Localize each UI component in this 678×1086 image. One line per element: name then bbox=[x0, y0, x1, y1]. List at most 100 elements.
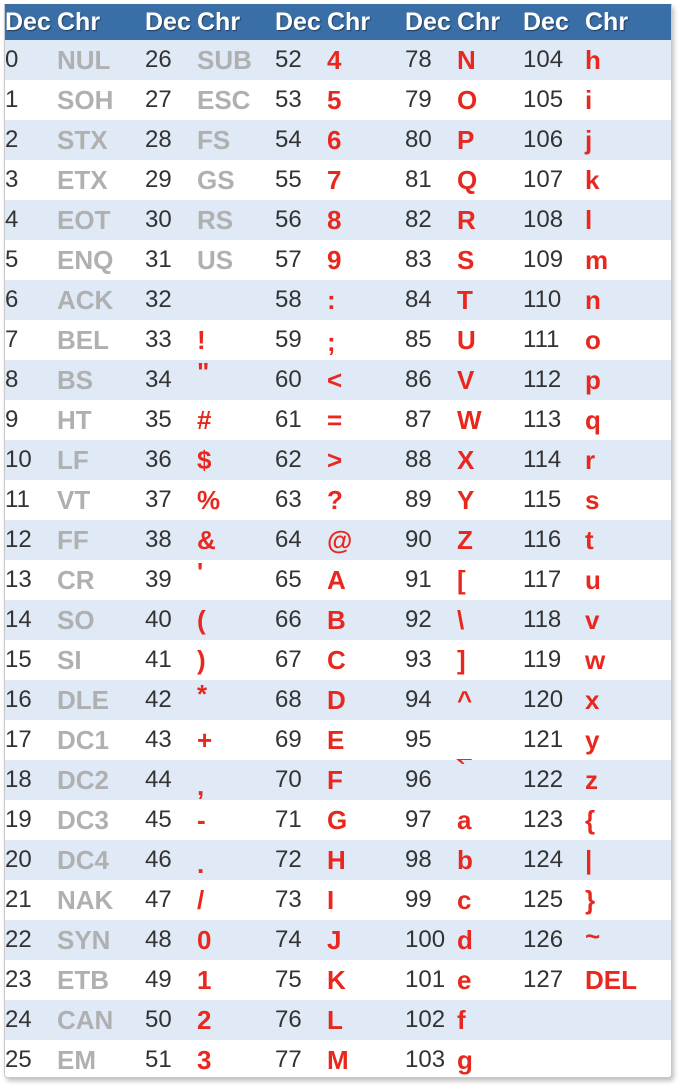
cell-chr: DEL bbox=[585, 960, 671, 1000]
printable-char-label: : bbox=[327, 284, 336, 315]
cell-dec: 87 bbox=[405, 406, 432, 433]
printable-char-label: | bbox=[585, 844, 593, 875]
printable-char-label: h bbox=[585, 44, 601, 75]
printable-char-label: / bbox=[197, 884, 205, 915]
cell-dec: 45 bbox=[145, 806, 172, 833]
control-char-label: CAN bbox=[57, 1004, 114, 1035]
cell-chr: SO bbox=[57, 600, 145, 640]
cell-dec: 117 bbox=[523, 566, 562, 593]
cell-dec: 24 bbox=[5, 1006, 32, 1033]
cell-chr: ETB bbox=[57, 960, 145, 1000]
cell-chr: % bbox=[197, 480, 275, 520]
control-char-label: HT bbox=[57, 404, 92, 435]
cell-chr: ACK bbox=[57, 280, 145, 320]
cell-dec: 63 bbox=[275, 486, 302, 513]
cell-chr: H bbox=[327, 840, 405, 880]
cell-dec: 37 bbox=[145, 486, 172, 513]
cell-dec: 89 bbox=[405, 486, 432, 513]
cell-chr: V bbox=[457, 360, 523, 400]
printable-char-label: g bbox=[457, 1044, 473, 1075]
printable-char-label: X bbox=[457, 444, 475, 475]
cell-dec: 60 bbox=[275, 366, 302, 393]
cell-dec: 123 bbox=[523, 806, 564, 833]
cell-dec: 23 bbox=[5, 966, 32, 993]
cell-dec: 30 bbox=[145, 206, 172, 233]
table-row: 21 NAK 47 / 73 I 99 c 125} bbox=[5, 880, 671, 920]
cell-dec: 47 bbox=[145, 886, 172, 913]
cell-chr: ; bbox=[327, 320, 405, 360]
cell-chr: & bbox=[197, 520, 275, 560]
cell-chr: DLE bbox=[57, 680, 145, 720]
cell-dec: 94 bbox=[405, 686, 432, 713]
cell-chr: W bbox=[457, 400, 523, 440]
cell-dec: 13 bbox=[5, 566, 32, 593]
cell-dec: 68 bbox=[275, 686, 302, 713]
cell-dec: 109 bbox=[523, 246, 564, 273]
cell-chr: i bbox=[585, 80, 671, 120]
cell-dec: 82 bbox=[405, 206, 432, 233]
control-char-label: ENQ bbox=[57, 244, 114, 275]
printable-char-label: Q bbox=[457, 164, 478, 195]
cell-dec: 72 bbox=[275, 846, 302, 873]
printable-char-label: @ bbox=[327, 524, 353, 555]
printable-char-label: " bbox=[197, 356, 210, 387]
cell-chr: y bbox=[585, 720, 671, 760]
printable-char-label: 1 bbox=[197, 964, 212, 995]
cell-chr: GS bbox=[197, 160, 275, 200]
control-char-label: RS bbox=[197, 204, 234, 235]
cell-dec: 54 bbox=[275, 126, 302, 153]
cell-dec: 42 bbox=[145, 686, 172, 713]
cell-dec: 125 bbox=[523, 886, 564, 913]
cell-chr: * bbox=[197, 678, 275, 720]
printable-char-label: J bbox=[327, 924, 342, 955]
cell-chr: F bbox=[327, 760, 405, 800]
cell-dec: 96 bbox=[405, 766, 432, 793]
printable-char-label: R bbox=[457, 204, 476, 235]
printable-char-label: z bbox=[585, 764, 598, 795]
control-char-label: BS bbox=[57, 364, 94, 395]
table-row: 16 DLE 42 * 68 D 94 ^ 120 x bbox=[5, 678, 671, 720]
cell-chr: SI bbox=[57, 640, 145, 680]
printable-char-label: ~ bbox=[585, 920, 601, 951]
cell-dec: 121 bbox=[523, 726, 564, 753]
printable-char-label: ! bbox=[197, 324, 206, 355]
cell-chr: } bbox=[585, 880, 671, 920]
table-row: 25 EM 51 3 77 M 103 g bbox=[5, 1040, 671, 1077]
cell-chr: ETX bbox=[57, 160, 145, 200]
printable-char-label: f bbox=[457, 1004, 466, 1035]
cell-dec: 116 bbox=[523, 526, 562, 553]
table-row: 17 DC1 43 +69 E 95 _ 121 y bbox=[5, 720, 671, 763]
cell-chr: l bbox=[585, 200, 671, 240]
printable-char-label: v bbox=[585, 604, 600, 635]
cell-dec: 6 bbox=[5, 286, 19, 313]
cell-dec: 33 bbox=[145, 326, 172, 353]
cell-chr: : bbox=[327, 280, 405, 320]
cell-dec: 66 bbox=[275, 606, 302, 633]
table-row: 15 SI 41) 67 C 93] 119 w bbox=[5, 640, 671, 680]
cell-chr: v bbox=[585, 600, 671, 640]
cell-chr: STX bbox=[57, 120, 145, 160]
cell-dec: 28 bbox=[145, 126, 172, 153]
table-header: Dec Chr Dec Chr Dec Chr Dec Chr Dec Chr bbox=[5, 4, 671, 40]
printable-char-label: G bbox=[327, 804, 348, 835]
printable-char-label: a bbox=[457, 804, 472, 835]
table-row: 12 FF 38 & 64 @90 Z 116 t bbox=[5, 520, 671, 560]
printable-char-label: * bbox=[197, 678, 208, 709]
cell-chr: 0 bbox=[197, 920, 275, 960]
cell-dec: 67 bbox=[275, 646, 302, 673]
control-char-label: SOH bbox=[57, 84, 114, 115]
printable-char-label: & bbox=[197, 524, 216, 555]
cell-chr: DC1 bbox=[57, 720, 145, 760]
printable-char-label: ' bbox=[197, 556, 204, 587]
cell-dec: 20 bbox=[5, 846, 32, 873]
printable-char-label: K bbox=[327, 964, 346, 995]
cell-chr bbox=[585, 1000, 671, 1040]
cell-chr: - bbox=[197, 800, 275, 840]
table-row: 22 SYN 48 0 74 J 100 d 126 ~ bbox=[5, 920, 671, 960]
cell-dec: 85 bbox=[405, 326, 432, 353]
cell-dec: 41 bbox=[145, 646, 172, 673]
printable-char-label: s bbox=[585, 484, 600, 515]
printable-char-label: ] bbox=[457, 644, 466, 675]
cell-chr: w bbox=[585, 640, 671, 680]
cell-chr: | bbox=[585, 840, 671, 880]
